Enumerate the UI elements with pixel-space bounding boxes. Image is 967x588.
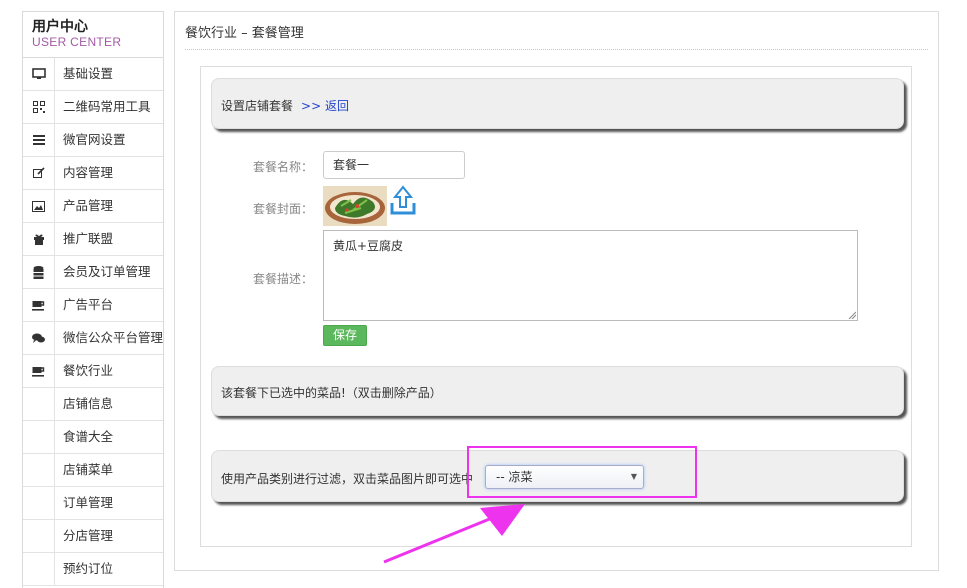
description-textarea[interactable]: 黄瓜+豆腐皮 [323, 230, 858, 321]
nav-spacer [23, 520, 55, 552]
sidebar-item-label: 餐饮行业 [63, 363, 114, 378]
list-icon [23, 124, 55, 156]
database-icon [23, 256, 55, 288]
nav-spacer [23, 487, 55, 519]
sidebar-item-wechat-platform[interactable]: 微信公众平台管理 [23, 322, 163, 355]
qrcode-icon [23, 91, 55, 123]
sidebar-item-basic-settings[interactable]: 基础设置 [23, 58, 163, 91]
sidebar-subitem-branches[interactable]: 分店管理 [23, 520, 163, 553]
sidebar: 用户中心 USER CENTER 基础设置 二维码常用工具 微官网设置 内容管理… [22, 11, 164, 588]
sidebar-item-ad-platform[interactable]: 广告平台 [23, 289, 163, 322]
user-center-header: 用户中心 USER CENTER [23, 12, 163, 58]
sidebar-item-label: 微信公众平台管理 [63, 330, 164, 345]
name-label: 套餐名称： [252, 160, 313, 174]
sidebar-item-label: 二维码常用工具 [63, 99, 151, 114]
cover-thumbnail[interactable] [323, 186, 387, 226]
resize-grip-icon[interactable] [848, 311, 856, 319]
nav-spacer [23, 388, 55, 420]
sidebar-subitem-reservations[interactable]: 预约订位 [23, 553, 163, 586]
selected-dishes-bar: 该套餐下已选中的菜品!（双击删除产品） [211, 366, 904, 416]
sidebar-item-label: 微官网设置 [63, 132, 126, 147]
sidebar-subitem-shop-info[interactable]: 店铺信息 [23, 388, 163, 421]
sidebar-subitem-label: 订单管理 [63, 495, 114, 510]
sidebar-subitem-label: 店铺菜单 [63, 462, 114, 477]
setup-bar-text: 设置店铺套餐 >> 返回 [221, 97, 349, 114]
comments-icon [23, 322, 55, 354]
monitor-icon [23, 58, 55, 90]
sidebar-subitem-shop-menu[interactable]: 店铺菜单 [23, 454, 163, 487]
sidebar-item-label: 推广联盟 [63, 231, 114, 246]
nav-spacer [23, 454, 55, 486]
annotation-arrow-icon [383, 504, 525, 564]
package-name-input[interactable]: 套餐一 [323, 151, 465, 179]
save-button[interactable]: 保存 [323, 325, 367, 346]
coffee-icon [23, 355, 55, 387]
coffee-icon [23, 289, 55, 321]
sidebar-item-label: 内容管理 [63, 165, 114, 180]
nav-spacer [23, 553, 55, 585]
upload-icon[interactable] [389, 185, 417, 217]
edit-icon [23, 157, 55, 189]
sidebar-subitem-recipes[interactable]: 食谱大全 [23, 421, 163, 454]
sidebar-item-members-orders[interactable]: 会员及订单管理 [23, 256, 163, 289]
sidebar-subitem-label: 分店管理 [63, 528, 114, 543]
sidebar-item-label: 会员及订单管理 [63, 264, 151, 279]
setup-bar-label: 设置店铺套餐 [221, 99, 294, 113]
sidebar-item-content-management[interactable]: 内容管理 [23, 157, 163, 190]
highlight-box [467, 446, 697, 498]
selected-dishes-text: 该套餐下已选中的菜品!（双击删除产品） [221, 386, 442, 400]
sidebar-item-qrcode-tools[interactable]: 二维码常用工具 [23, 91, 163, 124]
back-link[interactable]: >> 返回 [301, 99, 349, 113]
sidebar-item-label: 广告平台 [63, 297, 114, 312]
nav-spacer [23, 421, 55, 453]
user-center-subtitle: USER CENTER [32, 35, 122, 49]
sidebar-subitem-label: 店铺信息 [63, 396, 114, 411]
sidebar-item-product-management[interactable]: 产品管理 [23, 190, 163, 223]
cover-label: 套餐封面： [252, 202, 313, 216]
sidebar-item-microsite-settings[interactable]: 微官网设置 [23, 124, 163, 157]
description-text: 黄瓜+豆腐皮 [333, 239, 404, 253]
page-title: 餐饮行业 – 套餐管理 [185, 26, 304, 41]
sidebar-item-catering[interactable]: 餐饮行业 [23, 355, 163, 388]
sidebar-item-label: 产品管理 [63, 198, 114, 213]
sidebar-subitem-label: 预约订位 [63, 561, 114, 576]
picture-icon [23, 190, 55, 222]
filter-bar-text: 使用产品类别进行过滤，双击菜品图片即可选中 [221, 472, 474, 486]
gift-icon [23, 223, 55, 255]
title-divider [185, 49, 928, 50]
setup-bar: 设置店铺套餐 >> 返回 [211, 78, 904, 129]
sidebar-item-label: 基础设置 [63, 66, 114, 81]
sidebar-subitem-orders[interactable]: 订单管理 [23, 487, 163, 520]
user-center-title: 用户中心 [32, 19, 88, 35]
description-label: 套餐描述： [252, 272, 313, 286]
sidebar-subitem-label: 食谱大全 [63, 429, 114, 444]
sidebar-item-promotion-alliance[interactable]: 推广联盟 [23, 223, 163, 256]
